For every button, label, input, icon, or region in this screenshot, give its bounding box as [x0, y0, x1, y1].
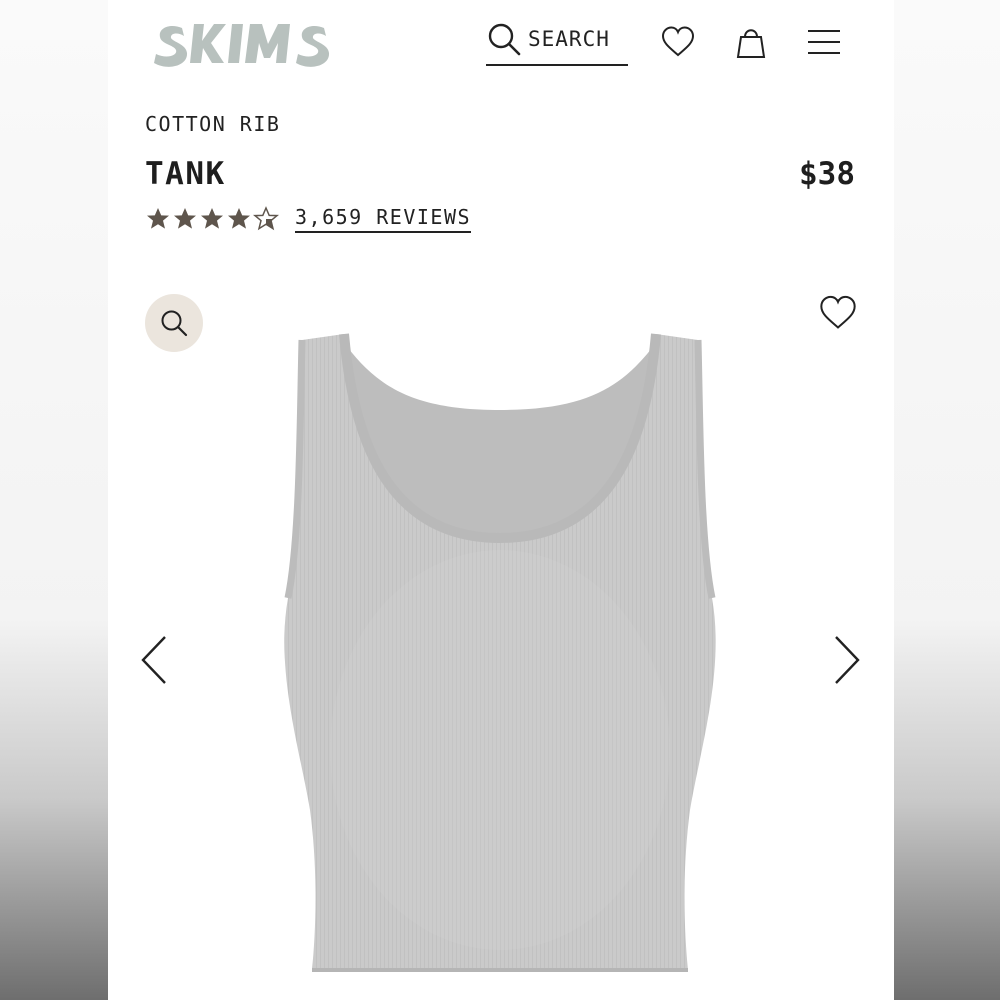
- product-price: $38: [799, 156, 855, 192]
- skims-logo[interactable]: [152, 14, 336, 70]
- reviews-link[interactable]: 3,659 REVIEWS: [295, 205, 472, 233]
- heart-icon[interactable]: [660, 24, 696, 60]
- product-image[interactable]: [280, 330, 720, 980]
- search-label: SEARCH: [528, 27, 610, 51]
- chevron-right-icon[interactable]: [830, 634, 862, 686]
- product-category: COTTON RIB: [145, 112, 281, 136]
- menu-icon[interactable]: [806, 24, 842, 60]
- product-page: SEARCH COTTON RIB TANK $38 3,659 REVIEWS: [108, 0, 894, 1000]
- chevron-left-icon[interactable]: [139, 634, 171, 686]
- heart-icon[interactable]: [818, 293, 858, 333]
- star-rating-icon: [147, 207, 278, 230]
- search-bar[interactable]: SEARCH: [486, 20, 628, 66]
- shopping-bag-icon[interactable]: [733, 24, 769, 60]
- zoom-button[interactable]: [145, 294, 203, 352]
- product-rating: 3,659 REVIEWS: [145, 205, 472, 233]
- search-icon: [488, 23, 521, 56]
- product-title: TANK: [145, 156, 226, 192]
- zoom-icon: [161, 310, 188, 337]
